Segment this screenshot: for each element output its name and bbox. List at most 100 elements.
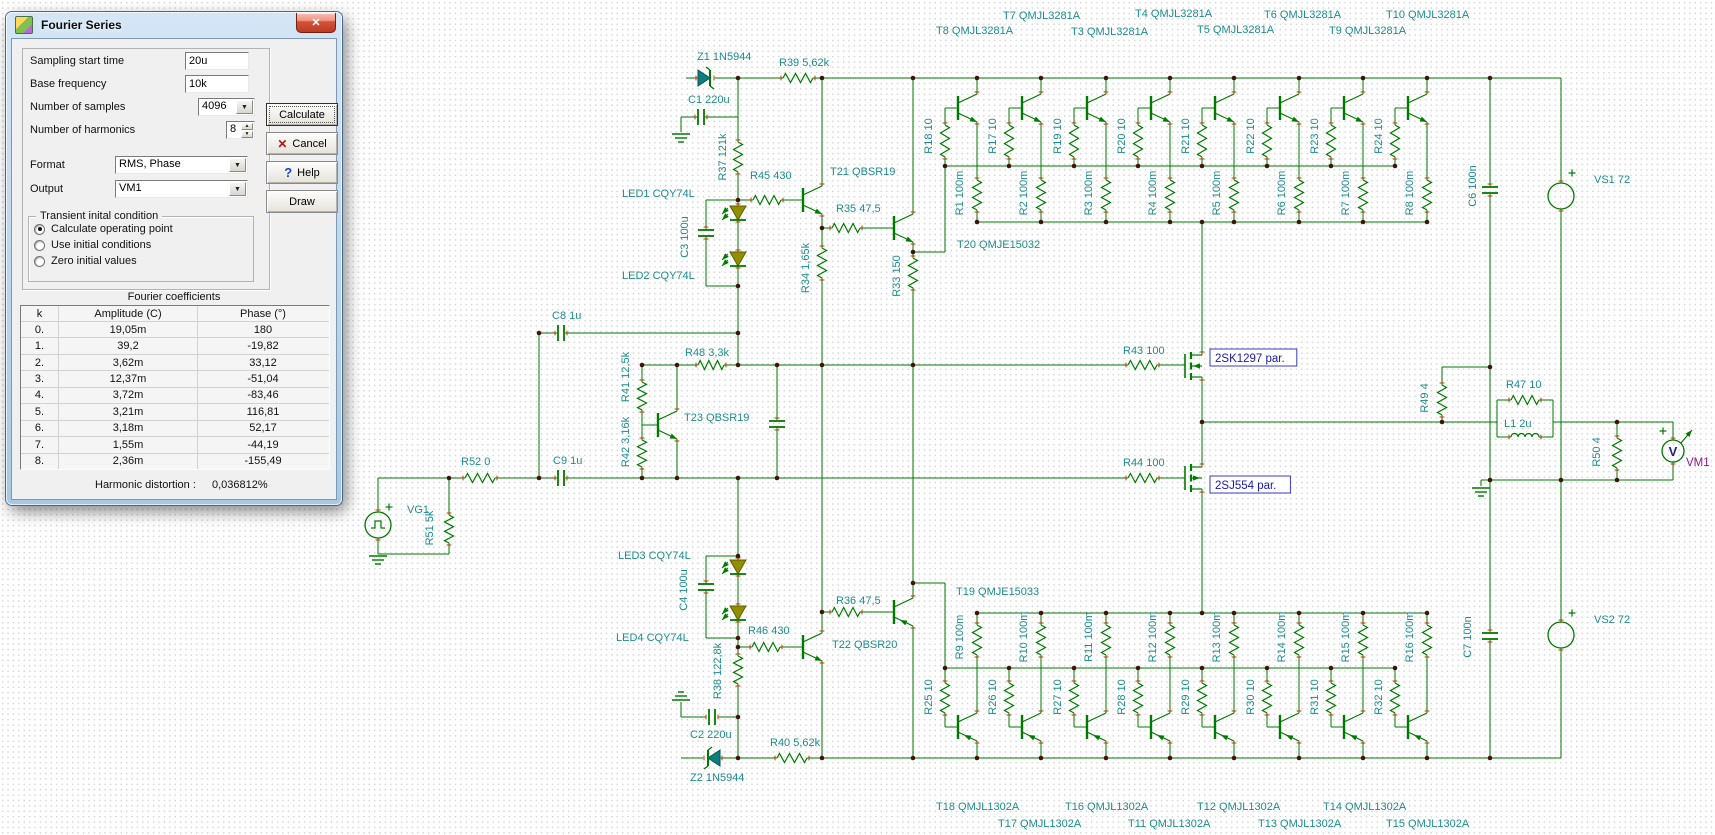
component-label[interactable]: T20 QMJE15032	[957, 239, 1040, 251]
component-label[interactable]: R32 10	[1373, 679, 1385, 714]
component-label[interactable]: R12 100m	[1147, 612, 1159, 663]
radio-use-initial-conditions[interactable]: Use initial conditions	[34, 239, 151, 251]
component-label[interactable]: R11 100m	[1083, 612, 1095, 662]
component-label[interactable]: R26 10	[987, 679, 999, 714]
radio-icon[interactable]	[34, 255, 45, 267]
component-label[interactable]: R52 0	[461, 456, 490, 468]
component-label[interactable]: R21 10	[1180, 118, 1192, 153]
component-label[interactable]: LED3 CQY74L	[618, 550, 691, 562]
sampling-start-time-input[interactable]	[185, 52, 249, 70]
component-label[interactable]: T11 QMJL1302A	[1128, 818, 1211, 830]
component-label[interactable]: R8 100m	[1404, 171, 1416, 216]
radio-icon[interactable]	[34, 239, 45, 251]
component-label[interactable]: T8 QMJL3281A	[936, 25, 1014, 37]
help-button[interactable]: ? Help	[266, 161, 338, 184]
component-label[interactable]: VS1 72	[1594, 174, 1630, 186]
component-label[interactable]: LED2 CQY74L	[622, 270, 695, 282]
spin-up-icon[interactable]: ▲	[241, 123, 253, 130]
format-select[interactable]: RMS, Phase ▼	[115, 156, 248, 174]
component-label[interactable]: R29 10	[1180, 679, 1192, 714]
component-label[interactable]: R25 10	[923, 679, 935, 714]
component-label[interactable]: R46 430	[748, 625, 790, 637]
component-label[interactable]: R3 100m	[1083, 171, 1095, 216]
component-label[interactable]: R35 47,5	[836, 203, 881, 215]
component-label[interactable]: T10 QMJL3281A	[1386, 9, 1470, 21]
component-label[interactable]: C2 220u	[690, 729, 732, 741]
component-label[interactable]: R24 10	[1373, 118, 1385, 153]
component-label[interactable]: R43 100	[1123, 345, 1165, 357]
component-label[interactable]: R16 100m	[1404, 612, 1416, 663]
component-label[interactable]: R47 10	[1506, 379, 1541, 391]
component-label[interactable]: VS2 72	[1594, 614, 1630, 626]
base-frequency-input[interactable]	[185, 75, 249, 93]
component-label[interactable]: Z2 1N5944	[690, 772, 744, 784]
radio-calculate-operating-point[interactable]: Calculate operating point	[34, 223, 173, 235]
component-label[interactable]: R6 100m	[1276, 171, 1288, 216]
component-label[interactable]: R4 100m	[1147, 171, 1159, 216]
cancel-button[interactable]: ✕ Cancel	[266, 132, 338, 155]
component-label[interactable]: T6 QMJL3281A	[1264, 9, 1342, 21]
component-label[interactable]: R1 100m	[954, 171, 966, 216]
component-label[interactable]: R42 3,16k	[620, 416, 632, 467]
calculate-button[interactable]: Calculate	[266, 103, 338, 126]
component-label[interactable]: R36 47,5	[836, 595, 881, 607]
number-of-harmonics-spinner[interactable]: 8 ▲ ▼	[226, 121, 255, 139]
component-label[interactable]: R33 150	[891, 255, 903, 297]
component-label[interactable]: R15 100m	[1340, 612, 1352, 663]
component-label[interactable]: T22 QBSR20	[832, 639, 897, 651]
close-button[interactable]: ✕	[296, 13, 336, 33]
component-label[interactable]: T21 QBSR19	[830, 166, 895, 178]
draw-button[interactable]: Draw	[266, 190, 338, 213]
component-label[interactable]: R23 10	[1309, 118, 1321, 153]
component-label[interactable]: C3 100u	[679, 216, 691, 258]
component-label[interactable]: R50 4	[1591, 437, 1603, 466]
component-label[interactable]: R31 10	[1309, 679, 1321, 714]
component-label[interactable]: C8 1u	[552, 310, 581, 322]
component-label[interactable]: R5 100m	[1211, 171, 1223, 216]
component-label[interactable]: R27 10	[1052, 679, 1064, 714]
component-label[interactable]: R20 10	[1116, 118, 1128, 153]
component-label[interactable]: T14 QMJL1302A	[1323, 801, 1407, 813]
radio-icon[interactable]	[34, 223, 45, 235]
component-label[interactable]: T7 QMJL3281A	[1003, 10, 1081, 22]
component-label[interactable]: T9 QMJL3281A	[1329, 25, 1407, 37]
component-label[interactable]: T5 QMJL3281A	[1197, 24, 1275, 36]
component-label[interactable]: L1 2u	[1504, 418, 1532, 430]
component-label[interactable]: R38 122,8k	[712, 642, 724, 699]
component-label[interactable]: T3 QMJL3281A	[1071, 26, 1149, 38]
component-label[interactable]: T13 QMJL1302A	[1258, 818, 1342, 830]
chevron-down-icon[interactable]: ▼	[229, 158, 246, 172]
component-label[interactable]: C9 1u	[553, 455, 582, 467]
component-label[interactable]: R14 100m	[1276, 612, 1288, 663]
component-label[interactable]: T23 QBSR19	[684, 412, 749, 424]
mosfet-part-label[interactable]: 2SJ554 par.	[1215, 480, 1276, 492]
component-label[interactable]: R34 1,65k	[800, 242, 812, 293]
component-label[interactable]: C7 100n	[1462, 616, 1474, 658]
component-label[interactable]: R39 5,62k	[779, 57, 830, 69]
component-label[interactable]: C4 100u	[678, 569, 690, 611]
component-label[interactable]: R48 3,3k	[685, 347, 730, 359]
component-label[interactable]: R2 100m	[1018, 171, 1030, 216]
component-label[interactable]: R45 430	[750, 170, 792, 182]
component-label[interactable]: R13 100m	[1211, 612, 1223, 663]
component-label[interactable]: R49 4	[1419, 383, 1431, 412]
component-label[interactable]: T15 QMJL1302A	[1386, 818, 1470, 830]
radio-zero-initial-values[interactable]: Zero initial values	[34, 255, 137, 267]
component-label[interactable]: LED4 CQY74L	[616, 632, 689, 644]
component-label[interactable]: R40 5,62k	[770, 737, 821, 749]
component-label[interactable]: R44 100	[1123, 457, 1165, 469]
component-label[interactable]: C6 100n	[1467, 165, 1479, 207]
component-label[interactable]: R7 100m	[1340, 171, 1352, 216]
component-label[interactable]: R37 121k	[717, 133, 729, 181]
component-label[interactable]: R28 10	[1116, 679, 1128, 714]
component-label[interactable]: R17 10	[987, 118, 999, 153]
component-label[interactable]: T16 QMJL1302A	[1065, 801, 1149, 813]
spin-down-icon[interactable]: ▼	[241, 131, 253, 138]
number-of-samples-select[interactable]: 4096 ▼	[198, 98, 255, 116]
chevron-down-icon[interactable]: ▼	[229, 182, 246, 196]
component-label[interactable]: R19 10	[1052, 118, 1064, 153]
chevron-down-icon[interactable]: ▼	[236, 100, 253, 114]
component-label[interactable]: R10 100m	[1018, 612, 1030, 663]
component-label[interactable]: R18 10	[923, 118, 935, 153]
component-label[interactable]: T17 QMJL1302A	[998, 818, 1082, 830]
